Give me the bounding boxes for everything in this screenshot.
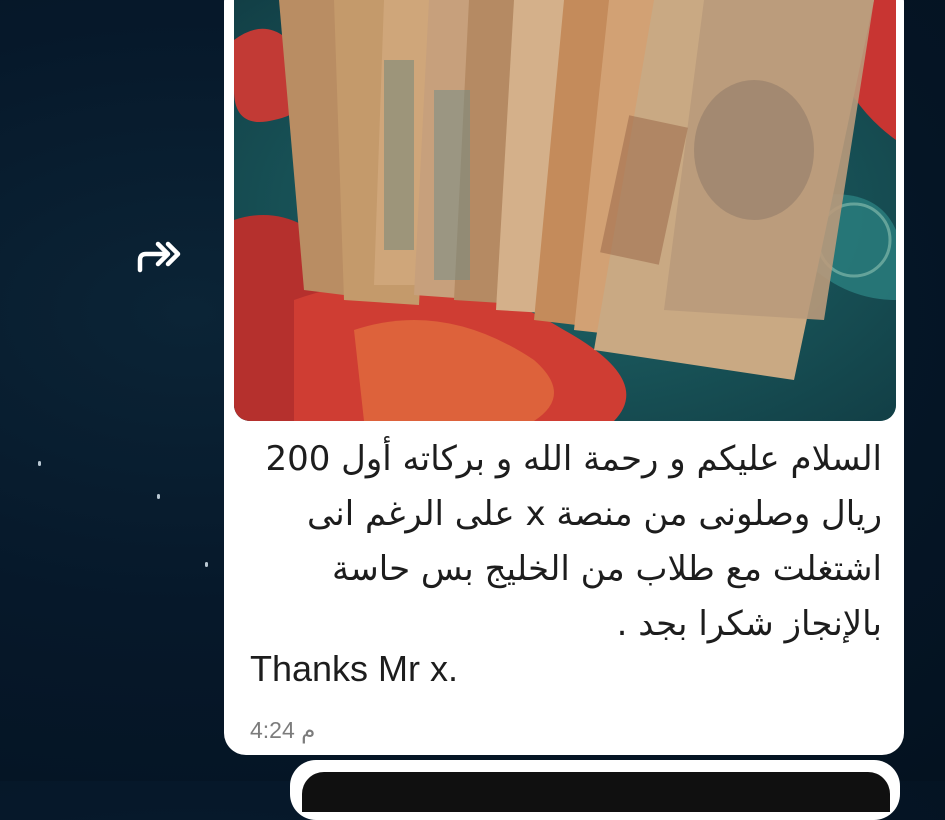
forward-button[interactable] (128, 228, 192, 280)
next-message-media (302, 772, 890, 812)
message-text-english: Thanks Mr x. (250, 648, 459, 689)
star-dot (38, 461, 41, 466)
forward-double-arrow-icon (137, 241, 181, 273)
message-timestamp: 4:24 م (250, 717, 316, 743)
egyptian-banknotes-photo (234, 0, 896, 421)
message-photo[interactable] (234, 0, 896, 421)
message-text-arabic: السلام عليكم و رحمة الله و بركاته أول 20… (265, 439, 882, 644)
star-dot (205, 562, 208, 567)
star-dot (157, 494, 160, 499)
